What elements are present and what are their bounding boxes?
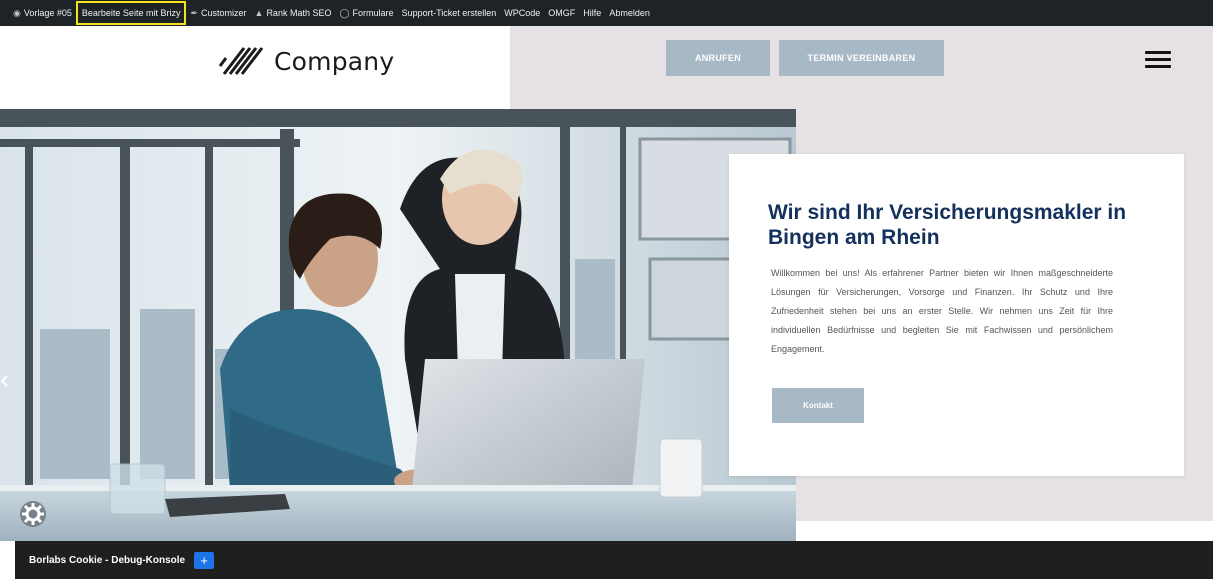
adminbar-label: Formulare (352, 8, 394, 18)
adminbar-label: OMGF (548, 8, 576, 18)
adminbar-label: Bearbeite Seite mit Brizy (81, 8, 181, 18)
debug-console-label: Borlabs Cookie - Debug-Konsole (29, 554, 186, 566)
palette-icon: ◉ (13, 7, 21, 18)
adminbar-item-hilfe[interactable]: Hilfe (580, 2, 604, 24)
chart-icon: ▲ (254, 8, 264, 18)
adminbar-item-omgf[interactable]: OMGF (545, 2, 578, 24)
adminbar-item-wpcode[interactable]: WPCode (501, 2, 543, 24)
adminbar-item-support[interactable]: Support-Ticket erstellen (399, 2, 500, 24)
brush-icon: ✒ (190, 7, 198, 18)
appointment-button[interactable]: TERMIN VEREINBAREN (779, 40, 944, 76)
hero-text: Willkommen bei uns! Als erfahrener Partn… (771, 268, 1113, 354)
adminbar-label: WPCode (504, 8, 541, 18)
adminbar-label: Abmelden (609, 8, 650, 18)
adminbar-label: Hilfe (583, 8, 602, 18)
adminbar-item-customizer[interactable]: ✒ Customizer (187, 2, 249, 24)
call-button[interactable]: ANRUFEN (666, 40, 770, 76)
adminbar-item-brizy[interactable]: Bearbeite Seite mit Brizy (75, 1, 187, 25)
adminbar-item-site[interactable]: ◉ Vorlage #05 (10, 2, 75, 24)
slider-left-arrow-icon[interactable] (0, 375, 8, 387)
debug-console-expand-button[interactable]: + (194, 551, 215, 569)
menu-icon[interactable] (1145, 51, 1171, 69)
cookie-settings-icon[interactable] (18, 499, 48, 529)
adminbar-label: Support-Ticket erstellen (401, 8, 497, 18)
adminbar-label: Rank Math SEO (266, 8, 332, 18)
adminbar-label: Customizer (201, 8, 247, 18)
forms-icon: ◯ (339, 7, 350, 18)
edge-spacer (0, 541, 15, 579)
site-logo[interactable]: Company (218, 44, 394, 78)
hero-title: Wir sind Ihr Versicherungsmakler in Bing… (768, 201, 1127, 249)
hero-white-strip (796, 521, 1213, 541)
adminbar-item-formulare[interactable]: ◯ Formulare (336, 2, 396, 24)
hero-card: Wir sind Ihr Versicherungsmakler in Bing… (729, 154, 1184, 476)
hero-image (0, 109, 796, 541)
admin-bar: ◉ Vorlage #05 Bearbeite Seite mit Brizy … (0, 0, 1213, 26)
logo-text: Company (274, 46, 395, 76)
company-logo-icon (218, 47, 264, 75)
adminbar-label: Vorlage #05 (23, 8, 72, 18)
adminbar-item-abmelden[interactable]: Abmelden (606, 2, 653, 24)
adminbar-item-rankmath[interactable]: ▲ Rank Math SEO (252, 2, 335, 24)
contact-button[interactable]: Kontakt (772, 388, 864, 423)
debug-console-bar: Borlabs Cookie - Debug-Konsole + (15, 541, 1213, 579)
